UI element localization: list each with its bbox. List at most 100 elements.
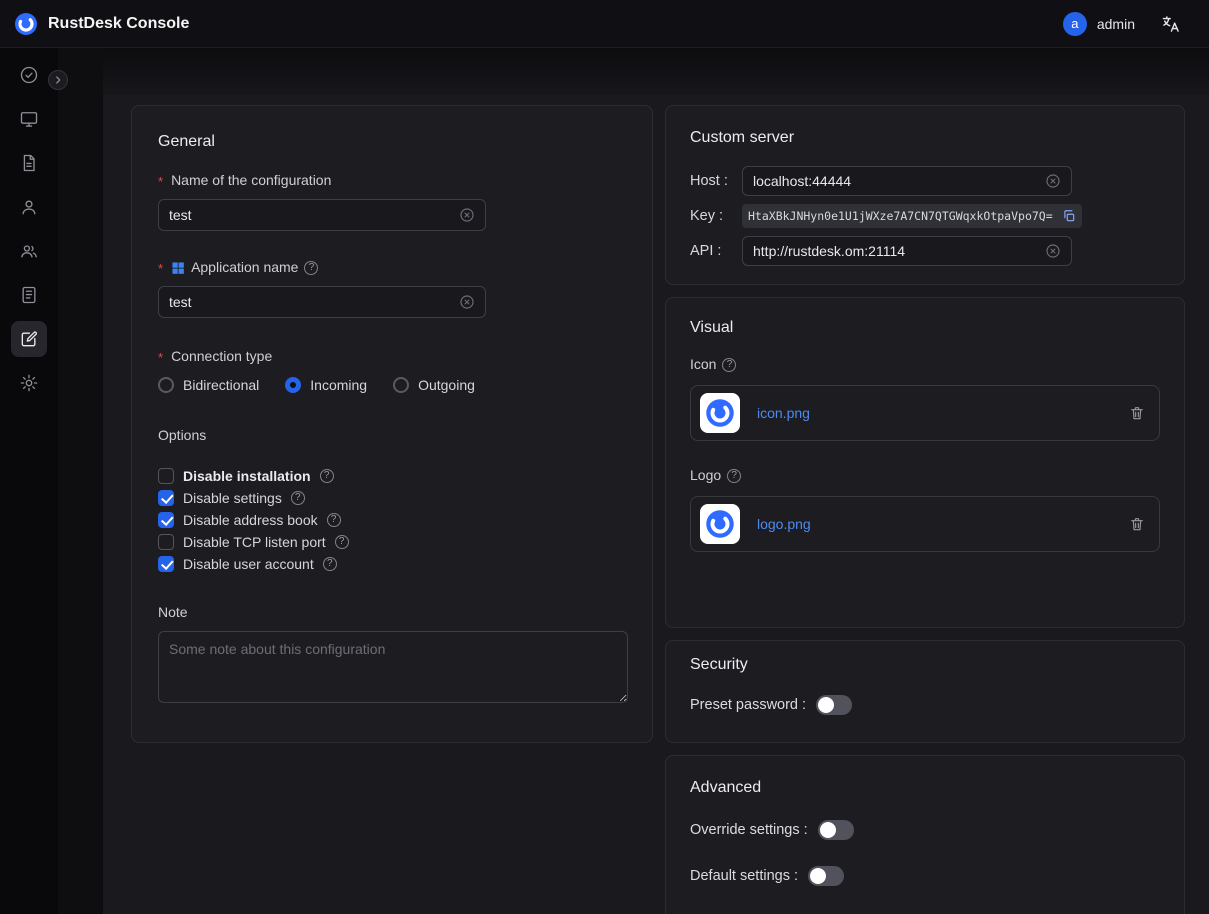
app-name-field (158, 286, 486, 318)
edit-icon (19, 329, 39, 349)
help-icon[interactable] (323, 557, 337, 571)
topbar-right: a admin (1063, 12, 1181, 36)
option-label: Disable user account (183, 556, 314, 572)
option-label: Disable installation (183, 468, 311, 484)
icon-preview (700, 393, 740, 433)
gear-icon (19, 373, 39, 393)
sidebar-item-dashboard[interactable] (11, 57, 47, 93)
radio-control[interactable] (285, 377, 301, 393)
advanced-title: Advanced (690, 778, 1160, 798)
option-disable-installation[interactable]: Disable installation (158, 468, 626, 484)
delete-icon[interactable] (1129, 405, 1145, 421)
logo-preview (700, 504, 740, 544)
toggle-knob (810, 868, 826, 884)
sidebar-item-settings[interactable] (11, 365, 47, 401)
icon-file-link[interactable]: icon.png (757, 405, 810, 421)
clear-icon[interactable] (459, 294, 475, 310)
app-name-label: Application name (158, 259, 626, 276)
options-label-text: Options (158, 427, 206, 444)
api-row: API : (690, 236, 1160, 266)
custom-server-card: Custom server Host : (665, 105, 1185, 285)
general-title: General (158, 132, 626, 152)
option-label: Disable settings (183, 490, 282, 506)
default-settings-toggle[interactable] (808, 866, 844, 886)
radio-label: Incoming (310, 377, 367, 393)
radio-control[interactable] (158, 377, 174, 393)
note-label-text: Note (158, 604, 188, 621)
submenu-rail (58, 48, 103, 914)
document-icon (19, 153, 39, 173)
option-disable-address-book[interactable]: Disable address book (158, 512, 626, 528)
override-settings-toggle[interactable] (818, 820, 854, 840)
topbar: RustDesk Console a admin (0, 0, 1209, 48)
options-list: Disable installation Disable settings Di… (158, 468, 626, 572)
security-title: Security (690, 655, 1160, 675)
logo-upload-box: logo.png (690, 496, 1160, 552)
connection-type-group: Bidirectional Incoming Outgoing (158, 377, 626, 393)
radio-outgoing[interactable]: Outgoing (393, 377, 475, 393)
toggle-knob (818, 697, 834, 713)
config-name-input[interactable] (169, 207, 451, 223)
windows-icon (171, 261, 185, 275)
option-disable-user-account[interactable]: Disable user account (158, 556, 626, 572)
host-input[interactable] (753, 173, 1037, 189)
help-icon[interactable] (291, 491, 305, 505)
checkbox-control[interactable] (158, 512, 174, 528)
logo-file-link[interactable]: logo.png (757, 516, 811, 532)
left-column: General Name of the configuration (131, 105, 653, 743)
radio-control[interactable] (393, 377, 409, 393)
delete-icon[interactable] (1129, 516, 1145, 532)
sidebar-item-audit-logs[interactable] (11, 277, 47, 313)
checkbox-control[interactable] (158, 534, 174, 550)
sidebar-item-devices[interactable] (11, 101, 47, 137)
sidebar-item-users[interactable] (11, 189, 47, 225)
checkbox-control[interactable] (158, 468, 174, 484)
host-label: Host : (690, 173, 742, 189)
help-icon[interactable] (304, 261, 318, 275)
checkbox-control[interactable] (158, 490, 174, 506)
users-icon (19, 241, 39, 261)
advanced-card: Advanced Override settings : Default set… (665, 755, 1185, 914)
clear-icon[interactable] (1045, 173, 1061, 189)
radio-incoming[interactable]: Incoming (285, 377, 367, 393)
option-disable-settings[interactable]: Disable settings (158, 490, 626, 506)
note-label: Note (158, 604, 626, 621)
sidebar-expand-button[interactable] (48, 70, 68, 90)
api-input[interactable] (753, 243, 1037, 259)
sidebar (0, 48, 58, 914)
icon-label-text: Icon (690, 356, 716, 373)
radio-label: Outgoing (418, 377, 475, 393)
key-row: Key : HtaXBkJNHyn0e1U1jWXze7A7CN7QTGWqxk… (690, 204, 1160, 228)
preset-password-label: Preset password : (690, 697, 806, 713)
help-icon[interactable] (335, 535, 349, 549)
option-disable-tcp-listen-port[interactable]: Disable TCP listen port (158, 534, 626, 550)
circle-check-icon (19, 65, 39, 85)
connection-type-label: Connection type (158, 348, 626, 365)
preset-password-toggle[interactable] (816, 695, 852, 715)
host-row: Host : (690, 166, 1160, 196)
sidebar-item-groups[interactable] (11, 233, 47, 269)
app-name-input[interactable] (169, 294, 451, 310)
key-value: HtaXBkJNHyn0e1U1jWXze7A7CN7QTGWqxkOtpaVp… (748, 209, 1056, 223)
sidebar-item-documents[interactable] (11, 145, 47, 181)
clear-icon[interactable] (1045, 243, 1061, 259)
visual-title: Visual (690, 318, 1160, 338)
clear-icon[interactable] (459, 207, 475, 223)
radio-bidirectional[interactable]: Bidirectional (158, 377, 259, 393)
avatar[interactable]: a (1063, 12, 1087, 36)
copy-icon[interactable] (1062, 209, 1076, 223)
help-icon[interactable] (320, 469, 334, 483)
content: General Name of the configuration (103, 95, 1209, 914)
shell: General Name of the configuration (0, 48, 1209, 914)
help-icon[interactable] (727, 469, 741, 483)
language-icon[interactable] (1161, 14, 1181, 34)
logo-label: Logo (690, 467, 1160, 484)
config-name-label: Name of the configuration (158, 172, 626, 189)
help-icon[interactable] (722, 358, 736, 372)
help-icon[interactable] (327, 513, 341, 527)
sidebar-item-configurations[interactable] (11, 321, 47, 357)
checkbox-control[interactable] (158, 556, 174, 572)
override-settings-label: Override settings : (690, 822, 808, 838)
user-menu[interactable]: a admin (1063, 12, 1135, 36)
note-textarea[interactable] (158, 631, 628, 703)
